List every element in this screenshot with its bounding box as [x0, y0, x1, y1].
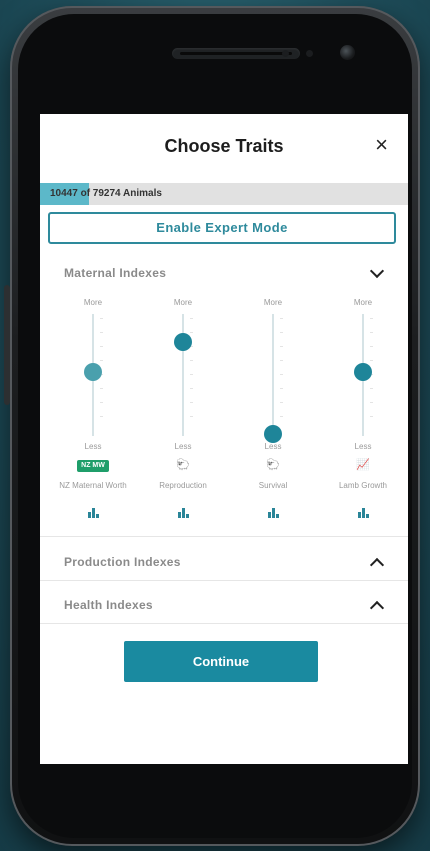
- animal-count-progress: 10447 of 79274 Animals: [40, 183, 408, 205]
- enable-expert-mode-button[interactable]: Enable Expert Mode: [48, 212, 396, 244]
- app-screen: Choose Traits × 10447 of 79274 Animals E…: [40, 114, 408, 764]
- sheep-pair-icon: 🐑: [266, 459, 280, 471]
- phone-sensor: [306, 50, 313, 57]
- section-production-indexes[interactable]: Production Indexes: [64, 555, 181, 569]
- slider-more-label: More: [83, 298, 103, 307]
- continue-button[interactable]: Continue: [124, 641, 318, 682]
- phone-speaker: [172, 48, 300, 59]
- close-icon[interactable]: ×: [375, 134, 388, 156]
- slider-more-label: More: [263, 298, 283, 307]
- slider-less-label: Less: [264, 442, 282, 451]
- bar-chart-icon[interactable]: [358, 508, 370, 518]
- section-health-indexes[interactable]: Health Indexes: [64, 598, 153, 612]
- chevron-down-icon[interactable]: [369, 263, 385, 279]
- trait-icon: 🐑: [228, 458, 318, 472]
- bar-chart-icon[interactable]: [268, 508, 280, 518]
- chevron-up-icon[interactable]: [369, 557, 385, 573]
- slider-more-label: More: [353, 298, 373, 307]
- trait-name: Lamb Growth: [338, 481, 388, 490]
- bar-chart-icon[interactable]: [88, 508, 100, 518]
- divider: [40, 623, 408, 624]
- trait-name: Reproduction: [159, 481, 207, 490]
- divider: [40, 580, 408, 581]
- nz-badge-icon: NZ MW: [77, 460, 109, 472]
- trait-icon: 📈: [318, 458, 408, 472]
- trait-name: NZ Maternal Worth: [59, 481, 127, 490]
- slider-handle[interactable]: [264, 425, 282, 443]
- slider-less-label: Less: [174, 442, 192, 451]
- trait-icon: NZ MW: [48, 458, 138, 472]
- slider-more-label: More: [173, 298, 193, 307]
- growth-chart-icon: 📈: [356, 459, 370, 471]
- trait-icon: 🐑: [138, 458, 228, 472]
- slider-ticks: [190, 318, 194, 430]
- trait-name: Survival: [258, 481, 288, 490]
- slider-track[interactable]: [272, 314, 274, 436]
- animal-count-text: 10447 of 79274 Animals: [50, 188, 162, 199]
- slider-less-label: Less: [84, 442, 102, 451]
- front-camera: [340, 45, 355, 60]
- divider: [40, 536, 408, 537]
- slider-ticks: [280, 318, 284, 430]
- page-title: Choose Traits: [164, 136, 284, 156]
- phone-side-button: [4, 285, 10, 405]
- bar-chart-icon[interactable]: [178, 508, 190, 518]
- phone-sensor: [282, 50, 289, 57]
- ewe-lamb-icon: 🐑: [176, 459, 190, 471]
- slider-less-label: Less: [354, 442, 372, 451]
- section-maternal-indexes[interactable]: Maternal Indexes: [64, 266, 166, 280]
- chevron-up-icon[interactable]: [369, 600, 385, 616]
